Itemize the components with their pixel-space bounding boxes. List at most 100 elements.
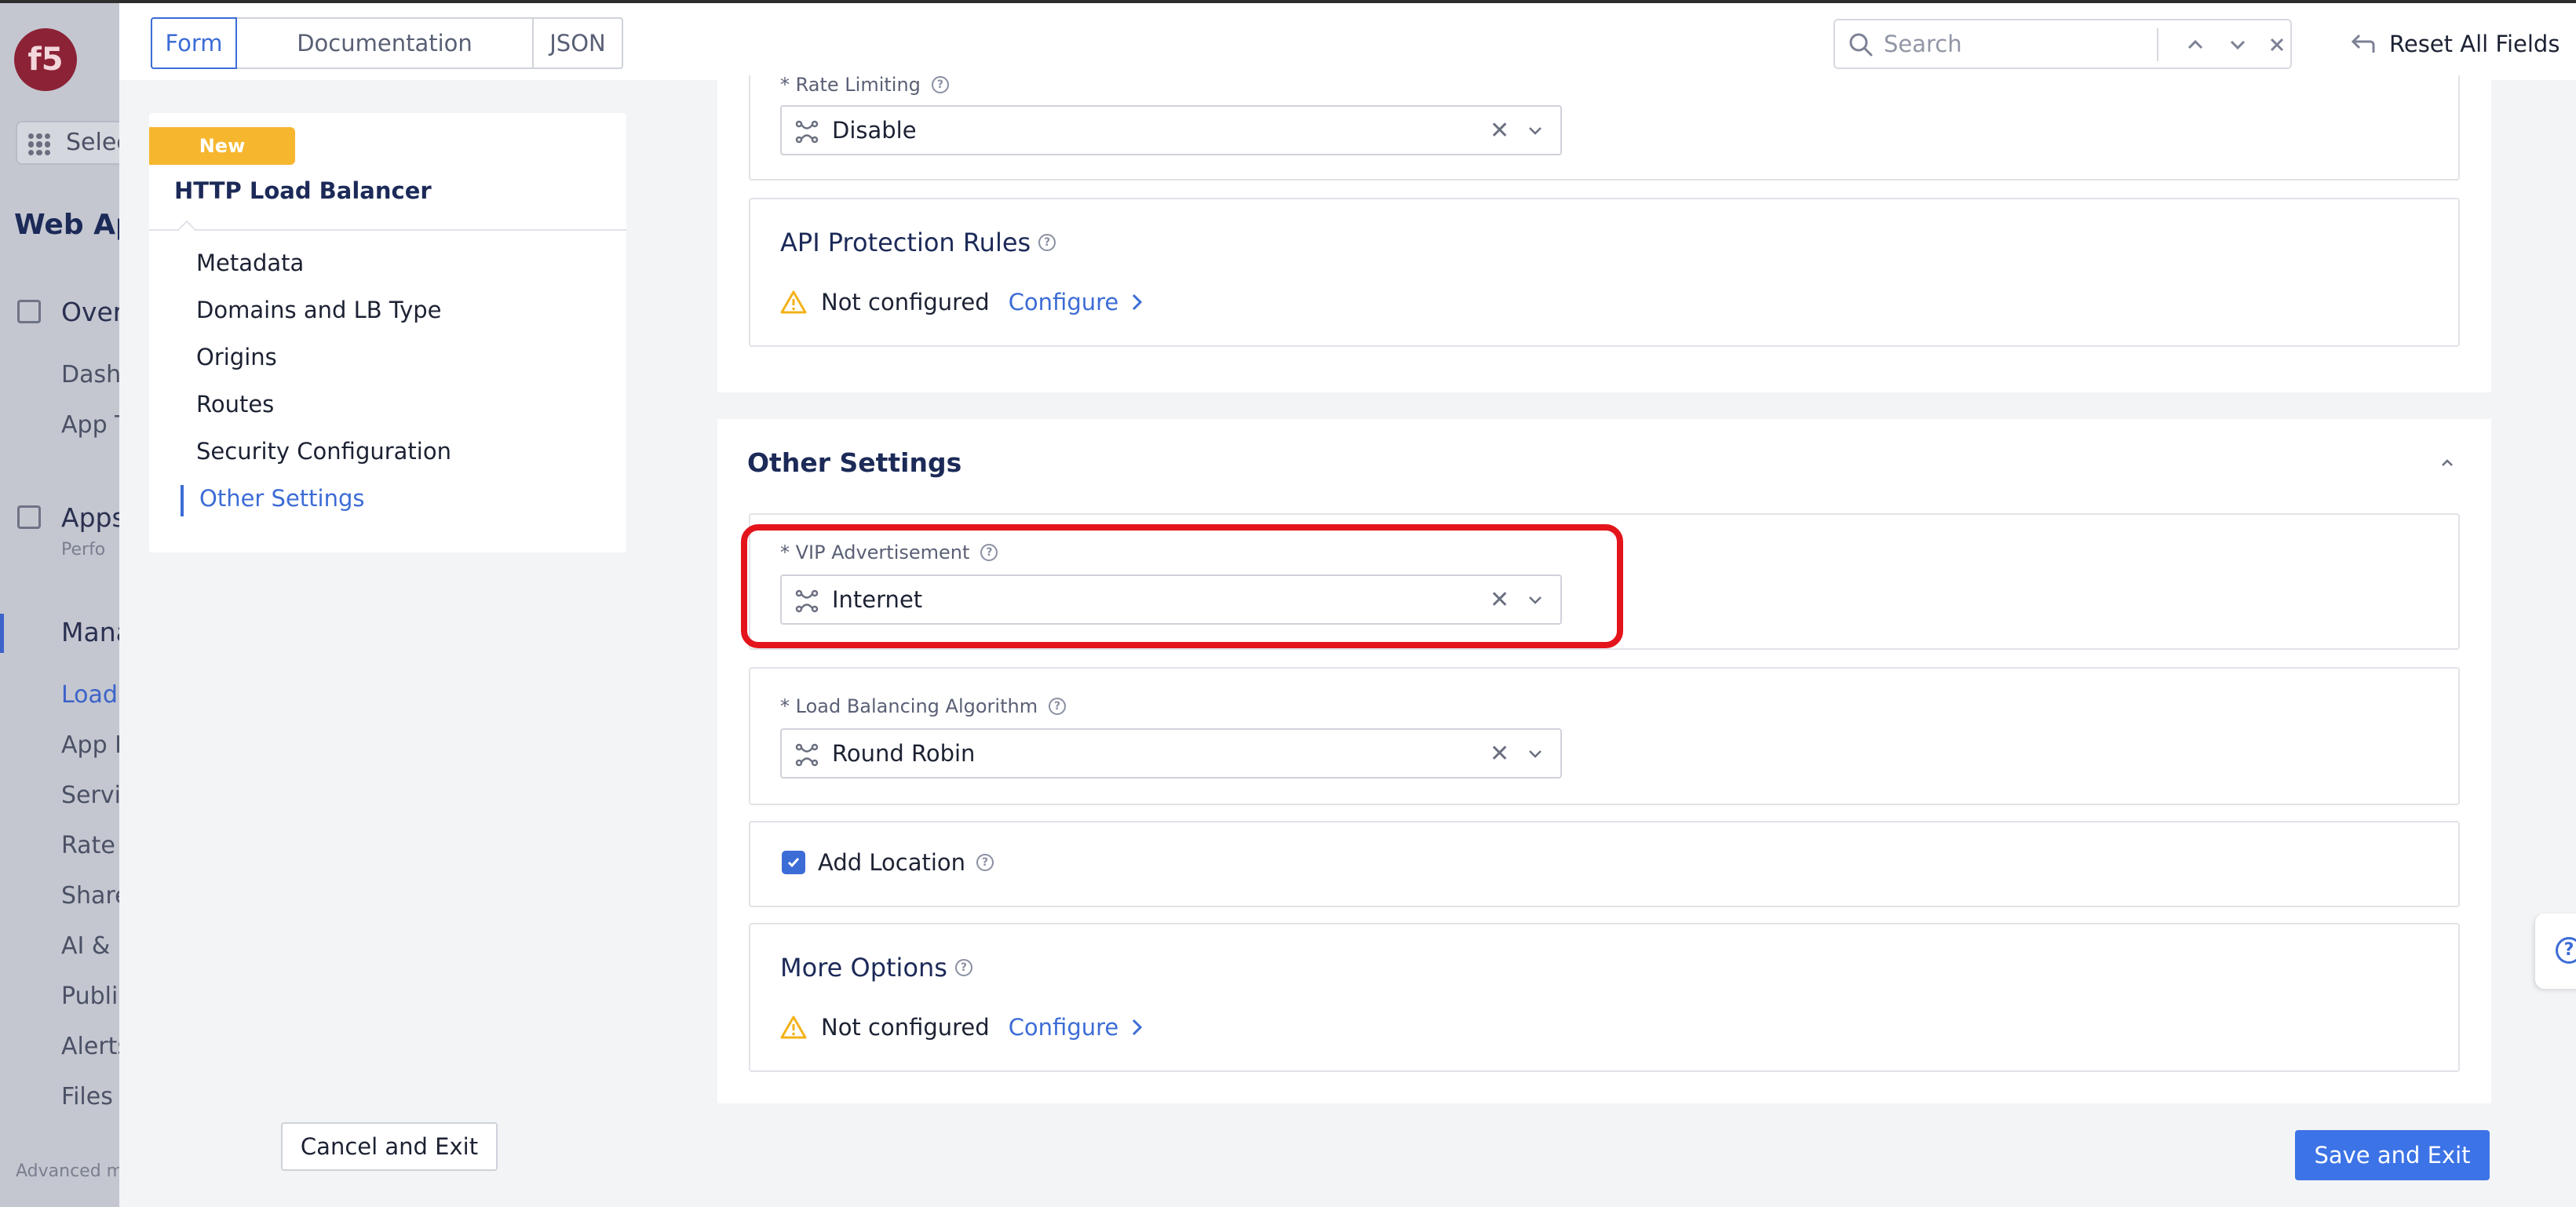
search-prev-button[interactable] (2182, 31, 2209, 58)
api-protection-status-text: Not configured (821, 289, 990, 315)
search-input[interactable] (1884, 28, 2182, 60)
search-box (1833, 19, 2292, 69)
chevron-right-icon (1133, 294, 1143, 311)
clear-icon[interactable]: ✕ (1490, 119, 1509, 143)
help-icon[interactable]: ? (931, 76, 949, 93)
api-protection-box (749, 198, 2460, 347)
api-protection-title: API Protection Rules? (780, 228, 1056, 257)
rate-limiting-label: * Rate Limiting? (780, 74, 949, 96)
tab-json[interactable]: JSON (534, 19, 622, 67)
help-icon[interactable]: ? (976, 854, 994, 871)
lb-algorithm-select[interactable]: Round Robin ✕ (780, 728, 1562, 779)
load-balancer-icon (795, 120, 819, 144)
chevron-right-icon (1133, 1019, 1143, 1036)
more-options-configure-link[interactable]: Configure (1009, 1014, 1144, 1041)
background-app-nav: f5 Select Web App Overview Dashboards Ap… (0, 3, 119, 1207)
chevron-up-icon (2187, 39, 2203, 49)
other-settings-title: Other Settings (747, 447, 962, 478)
nav-active-indicator (181, 485, 184, 516)
bgnav-item-6: Public (61, 983, 119, 1010)
bgnav-item-0: Load (61, 681, 118, 709)
nav-notch (177, 220, 196, 239)
load-balancer-icon (795, 743, 819, 767)
warning-icon (780, 290, 807, 314)
new-badge: New (149, 127, 295, 165)
bgnav-app-t: App T (61, 411, 119, 439)
f5-logo: f5 (14, 28, 77, 91)
bgnav-overview: Overview (61, 297, 119, 327)
view-tabs: Form Documentation JSON (151, 17, 623, 69)
help-icon[interactable]: ? (1038, 234, 1056, 251)
nav-title: HTTP Load Balancer (174, 177, 432, 204)
nav-item-domains[interactable]: Domains and LB Type (196, 297, 442, 323)
lb-algorithm-label: * Load Balancing Algorithm? (780, 695, 1067, 717)
more-options-title-text: More Options (780, 953, 947, 983)
bgnav-item-3: Rate L (61, 832, 119, 859)
help-widget[interactable]: ? (2535, 913, 2576, 989)
apps-grid-icon (28, 133, 50, 155)
bgnav-item-2: Servic (61, 782, 119, 809)
workspace-title: Web App (14, 209, 119, 241)
apps-icon (17, 505, 41, 529)
overview-icon (17, 300, 41, 323)
section-nav: New HTTP Load Balancer Metadata Domains … (149, 113, 626, 552)
lb-algorithm-value: Round Robin (832, 740, 976, 767)
bgnav-advanced: Advanced m (16, 1161, 119, 1181)
search-clear-button[interactable] (2264, 31, 2290, 58)
lb-algorithm-label-text: * Load Balancing Algorithm (780, 695, 1038, 717)
bgnav-item-5: AI & M (61, 932, 119, 960)
chevron-down-icon[interactable] (1526, 121, 1545, 140)
save-and-exit-button[interactable]: Save and Exit (2295, 1130, 2490, 1180)
more-options-box (749, 923, 2460, 1072)
drawer-toolbar: Form Documentation JSON Reset All Fields (119, 3, 2576, 80)
reset-arrow-icon (2351, 34, 2375, 53)
nav-divider (149, 229, 626, 231)
bgnav-item-4: Share (61, 882, 119, 910)
search-divider (2157, 28, 2158, 61)
nav-item-security[interactable]: Security Configuration (196, 438, 451, 465)
api-protection-configure-link[interactable]: Configure (1009, 289, 1144, 315)
nav-item-origins[interactable]: Origins (196, 344, 277, 370)
add-location-label-text: Add Location (818, 849, 966, 876)
help-icon[interactable]: ? (1049, 698, 1067, 715)
bgnav-item-7: Alerts (61, 1033, 119, 1060)
more-options-status-text: Not configured (821, 1014, 990, 1041)
tab-documentation[interactable]: Documentation (237, 19, 534, 67)
reset-all-fields-label: Reset All Fields (2389, 31, 2560, 57)
more-options-configure-label: Configure (1008, 1014, 1119, 1041)
more-options-status: Not configured Configure (780, 1014, 1144, 1041)
checkmark-icon (787, 858, 800, 868)
rate-limiting-value: Disable (832, 117, 917, 144)
add-location-box (749, 821, 2460, 907)
cancel-and-exit-button[interactable]: Cancel and Exit (281, 1122, 498, 1171)
add-location-checkbox[interactable] (782, 851, 805, 874)
reset-all-fields-button[interactable]: Reset All Fields (2350, 27, 2560, 61)
help-icon[interactable]: ? (954, 959, 972, 976)
warning-icon (780, 1016, 807, 1039)
search-next-button[interactable] (2224, 31, 2251, 58)
tab-form[interactable]: Form (151, 17, 237, 69)
search-icon (1849, 33, 1873, 57)
api-protection-configure-label: Configure (1008, 289, 1119, 315)
nav-item-other-settings[interactable]: Other Settings (199, 485, 365, 512)
namespace-selector-label: Select (66, 129, 119, 156)
collapse-section-icon[interactable] (2438, 454, 2457, 472)
clear-icon[interactable]: ✕ (1490, 742, 1509, 766)
bgnav-manage-indicator (0, 614, 4, 653)
nav-item-metadata[interactable]: Metadata (196, 250, 304, 276)
chevron-down-icon (2230, 40, 2246, 50)
highlight-annotation (741, 524, 1623, 648)
help-icon: ? (2556, 937, 2576, 964)
bgnav-dashboards: Dashboards (61, 361, 119, 388)
bgnav-item-8: Files (61, 1083, 113, 1110)
chevron-down-icon[interactable] (1526, 744, 1545, 763)
api-protection-title-text: API Protection Rules (780, 228, 1031, 257)
more-options-title: More Options? (780, 953, 972, 983)
bgnav-apps: Apps (61, 502, 119, 533)
wrench-icon-label-manage: Manage (61, 617, 119, 647)
rate-limiting-select[interactable]: Disable ✕ (780, 105, 1562, 155)
bgnav-apps-sub: Perfo (61, 540, 106, 560)
add-location-label: Add Location? (818, 849, 994, 876)
nav-item-routes[interactable]: Routes (196, 391, 274, 418)
api-protection-status: Not configured Configure (780, 289, 1144, 315)
